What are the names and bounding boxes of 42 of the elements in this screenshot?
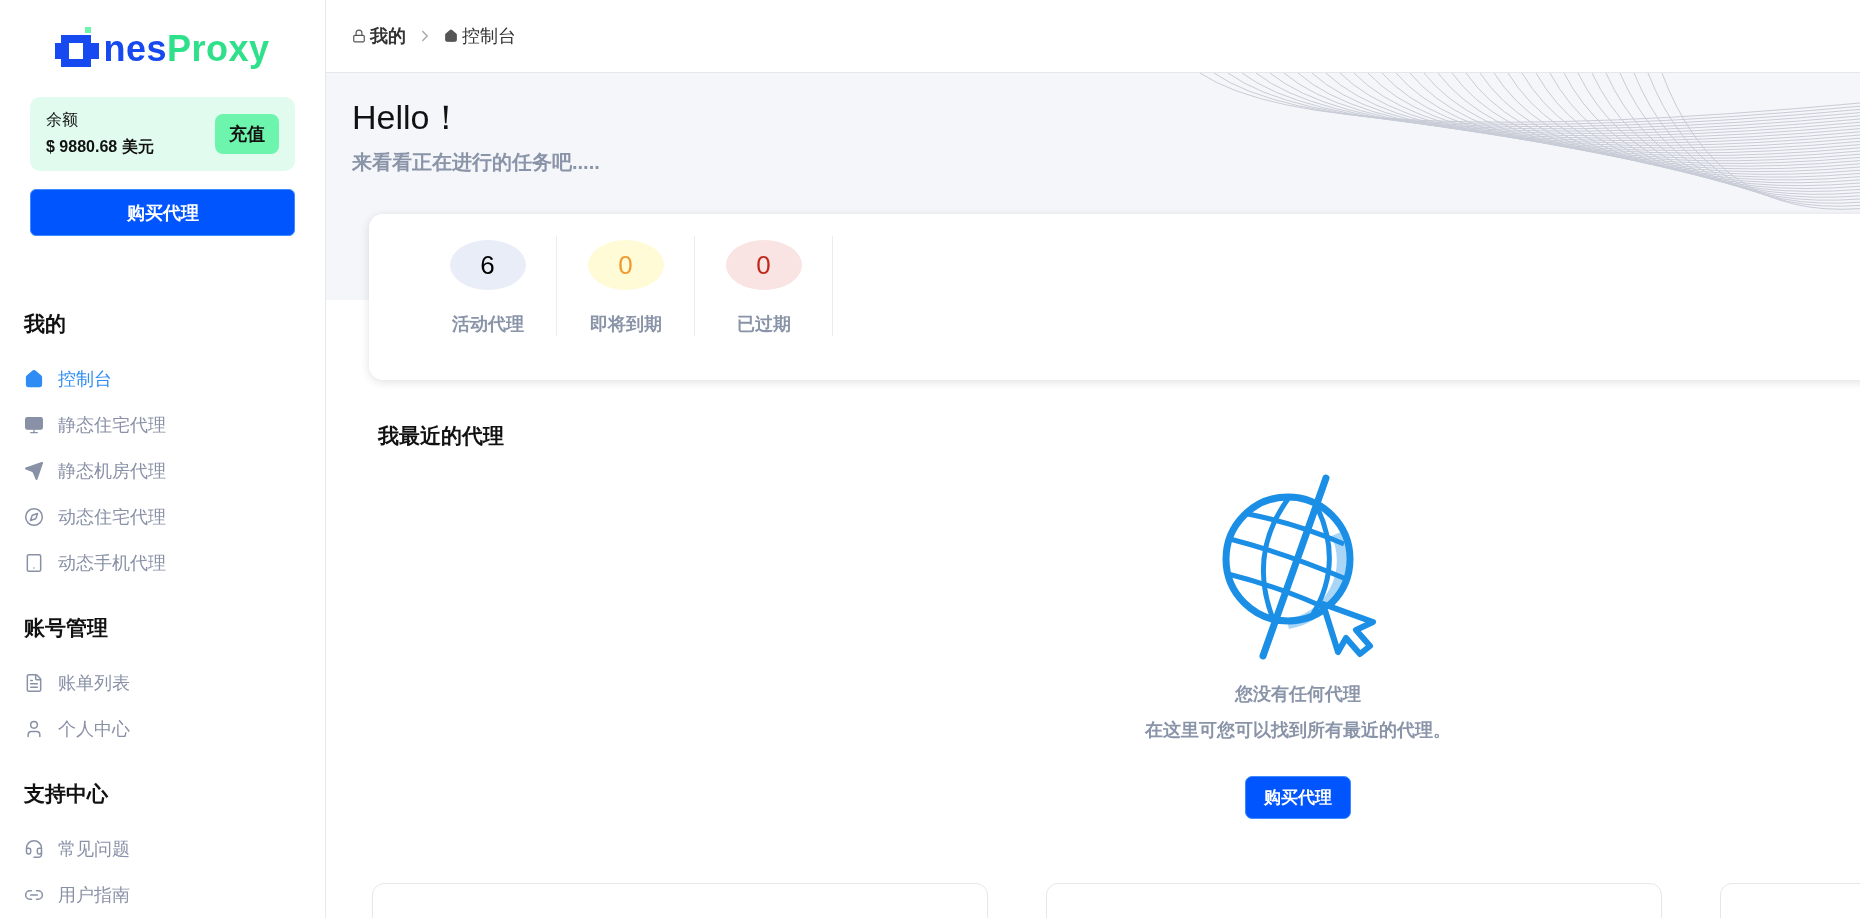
lock-icon — [352, 29, 366, 43]
home-icon — [444, 29, 458, 43]
stat-value: 0 — [725, 240, 802, 290]
sidebar-heading: 账号管理 — [24, 615, 109, 642]
menu-icon — [24, 553, 44, 574]
menu-icon — [24, 839, 44, 859]
sidebar-item[interactable]: 动态手机代理 — [58, 551, 166, 576]
breadcrumb-link[interactable]: 控制台 — [462, 24, 516, 48]
menu-icon — [24, 507, 44, 528]
sidebar-item[interactable]: 控制台 — [58, 367, 112, 392]
logo-text: nesProxy — [103, 31, 270, 68]
hero-title: Hello！ — [352, 97, 465, 138]
stat-label: 已过期 — [736, 313, 791, 336]
sidebar-item[interactable]: 账单列表 — [58, 671, 130, 696]
menu-icon — [24, 719, 44, 740]
balance-label: 余额 — [46, 110, 79, 131]
buy-proxy-button[interactable]: 购买代理 — [1245, 776, 1351, 819]
hero-subtitle: 来看看正在进行的任务吧..... — [352, 150, 601, 175]
balance-amount: $ 9880.68 美元 — [46, 137, 154, 158]
sidebar-heading: 支持中心 — [24, 781, 109, 808]
stat-value: 0 — [587, 240, 664, 290]
sidebar-heading: 我的 — [24, 311, 67, 338]
stat-value: 6 — [449, 240, 526, 290]
logo-mark-icon — [55, 27, 102, 68]
breadcrumb-link[interactable]: 我的 — [370, 24, 406, 48]
menu-icon — [24, 415, 44, 436]
menu-icon — [24, 461, 44, 482]
sidebar-item[interactable]: 静态机房代理 — [58, 459, 166, 484]
sidebar-item[interactable]: 个人中心 — [58, 717, 130, 742]
stat-label: 即将到期 — [589, 313, 662, 336]
empty-text: 在这里可您可以找到所有最近的代理。 — [1145, 719, 1451, 742]
section-title: 我最近的代理 — [378, 423, 505, 449]
menu-icon — [24, 369, 44, 390]
recharge-button[interactable]: 充值 — [215, 114, 279, 155]
menu-icon — [24, 673, 44, 694]
sidebar-item[interactable]: 常见问题 — [58, 837, 130, 861]
sidebar-item[interactable]: 动态住宅代理 — [58, 505, 166, 530]
buy-proxy-button[interactable]: 购买代理 — [30, 189, 295, 237]
sidebar-item[interactable]: 用户指南 — [58, 882, 130, 907]
stat-label: 活动代理 — [451, 313, 524, 336]
empty-title: 您没有任何代理 — [1235, 683, 1361, 706]
sidebar-item[interactable]: 静态住宅代理 — [58, 413, 166, 438]
